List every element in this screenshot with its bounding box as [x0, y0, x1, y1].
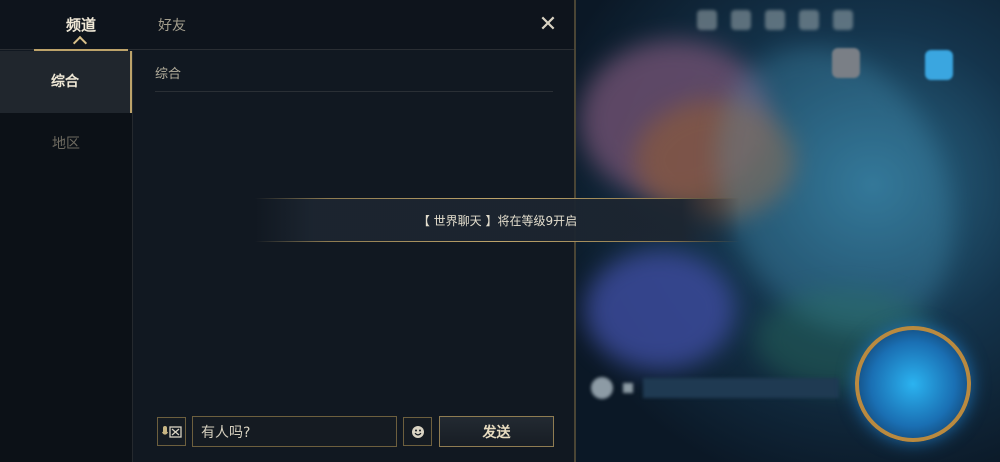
- divider: [155, 91, 553, 92]
- info-bar[interactable]: [643, 378, 839, 398]
- emoji-icon: [411, 425, 424, 438]
- bottom-info-strip: [591, 374, 839, 402]
- sidebar-item-region[interactable]: 地区: [0, 113, 132, 175]
- notice-text: 【 世界聊天 】将在等级9开启: [417, 213, 578, 228]
- menu-icon[interactable]: [833, 10, 853, 30]
- tab-indicator-icon: [72, 35, 88, 51]
- channel-title: 综合: [155, 67, 182, 82]
- hero-art-blob: [585, 250, 735, 370]
- tab-channel-label: 频道: [65, 16, 96, 34]
- menu-icon[interactable]: [765, 10, 785, 30]
- message-input[interactable]: [192, 416, 397, 447]
- menu-icon[interactable]: [799, 10, 819, 30]
- emoji-button[interactable]: [403, 417, 432, 446]
- star-icon: [623, 383, 633, 393]
- system-notice: 【 世界聊天 】将在等级9开启: [255, 198, 740, 242]
- hud-button-left[interactable]: [832, 48, 860, 82]
- tab-channel[interactable]: 频道: [34, 0, 128, 51]
- circle-icon[interactable]: [591, 377, 613, 399]
- hud-button-right[interactable]: [925, 50, 953, 84]
- hud-icon: [832, 48, 860, 78]
- close-icon[interactable]: ✕: [538, 13, 558, 37]
- play-button[interactable]: [855, 326, 971, 442]
- voice-keyboard-icon: [161, 425, 182, 438]
- voice-toggle-button[interactable]: [157, 417, 186, 446]
- hud-icon: [925, 50, 953, 80]
- chat-header: 频道 好友 ✕: [0, 0, 574, 51]
- sidebar-item-general[interactable]: 综合: [0, 51, 132, 113]
- top-menu-icons: [697, 10, 853, 30]
- menu-icon[interactable]: [731, 10, 751, 30]
- chat-content: 综合: [134, 51, 574, 462]
- menu-icon[interactable]: [697, 10, 717, 30]
- tab-friends[interactable]: 好友: [158, 15, 186, 35]
- channel-sidebar: 综合 地区: [0, 51, 133, 462]
- send-button[interactable]: 发送: [439, 416, 554, 447]
